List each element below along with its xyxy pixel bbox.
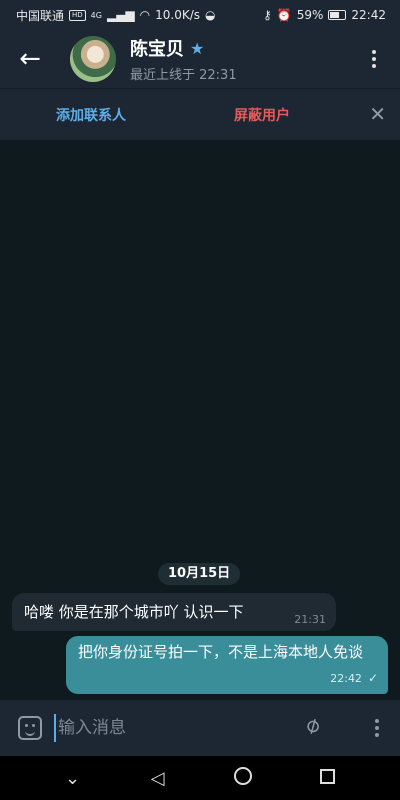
battery-percent: 59% bbox=[296, 8, 324, 22]
menu-dot bbox=[375, 726, 379, 730]
system-nav-bar: ⌄ ◁ bbox=[0, 756, 400, 800]
add-contact-button[interactable]: 添加联系人 bbox=[56, 105, 126, 125]
menu-dot bbox=[372, 57, 376, 61]
nav-recents-button[interactable] bbox=[308, 768, 348, 789]
clock: 22:42 bbox=[351, 8, 386, 22]
check-icon: ✓ bbox=[367, 671, 378, 685]
arrow-left-icon: ← bbox=[19, 44, 41, 74]
key-icon: ⚷ bbox=[262, 8, 272, 22]
paperclip-icon[interactable]: ⌀ bbox=[301, 711, 325, 739]
nav-collapse-icon[interactable]: ⌄ bbox=[53, 768, 93, 789]
chat-area[interactable]: 10月15日 哈喽 你是在那个城市吖 认识一下 21:31 把你身份证号拍一下，… bbox=[0, 140, 400, 700]
message-incoming[interactable]: 哈喽 你是在那个城市吖 认识一下 21:31 bbox=[12, 593, 336, 631]
menu-dot bbox=[372, 50, 376, 54]
contact-info[interactable]: 陈宝贝 ★ 最近上线于 22:31 bbox=[130, 35, 237, 84]
message-time: 21:31 bbox=[294, 613, 326, 626]
sticker-icon[interactable] bbox=[18, 716, 42, 740]
back-button[interactable]: ← bbox=[0, 30, 60, 88]
signal-icon: ▂▄▆ bbox=[106, 8, 135, 22]
last-seen: 最近上线于 22:31 bbox=[130, 68, 237, 83]
status-right: ⚷ ⏰ 59% 22:42 bbox=[263, 8, 386, 22]
menu-dot bbox=[375, 719, 379, 723]
app-notification-icon: ◒ bbox=[205, 8, 216, 22]
message-input[interactable] bbox=[54, 714, 284, 742]
message-outgoing[interactable]: 把你身份证号拍一下，不是上海本地人免谈 22:42 ✓ bbox=[66, 636, 388, 694]
status-bar: 中国联通 HD 4G ▂▄▆ ◠ 10.0K/s ◒ ⚷ ⏰ 59% 22:42 bbox=[0, 0, 400, 30]
chat-header: ← 陈宝贝 ★ 最近上线于 22:31 bbox=[0, 30, 400, 88]
alarm-icon: ⏰ bbox=[276, 8, 292, 22]
menu-dot bbox=[372, 64, 376, 68]
message-time: 22:42 bbox=[330, 672, 362, 685]
kebab-menu-icon[interactable] bbox=[364, 46, 384, 72]
block-user-button[interactable]: 屏蔽用户 bbox=[234, 105, 290, 125]
input-bar: ⌀ bbox=[0, 700, 400, 756]
carrier-label: 中国联通 bbox=[16, 8, 65, 23]
close-icon[interactable]: ✕ bbox=[369, 102, 386, 126]
home-icon bbox=[233, 766, 252, 785]
message-meta: 22:42 ✓ bbox=[330, 668, 378, 689]
action-bar: 添加联系人 屏蔽用户 ✕ bbox=[0, 88, 400, 140]
recents-icon bbox=[320, 768, 335, 784]
title-row: 陈宝贝 ★ bbox=[130, 35, 237, 61]
message-text: 把你身份证号拍一下，不是上海本地人免谈 bbox=[78, 643, 364, 661]
date-chip: 10月15日 bbox=[158, 563, 241, 585]
contact-name: 陈宝贝 bbox=[130, 39, 184, 60]
input-menu-icon[interactable] bbox=[372, 716, 382, 740]
network-label: 4G bbox=[90, 10, 102, 20]
hd-badge: HD bbox=[69, 9, 86, 21]
message-text: 哈喽 你是在那个城市吖 认识一下 bbox=[24, 603, 244, 621]
menu-dot bbox=[375, 733, 379, 737]
star-icon: ★ bbox=[190, 38, 205, 58]
status-left: 中国联通 HD 4G ▂▄▆ ◠ 10.0K/s ◒ bbox=[16, 7, 216, 24]
network-speed: 10.0K/s bbox=[155, 8, 201, 22]
avatar[interactable] bbox=[70, 36, 116, 82]
nav-home-button[interactable] bbox=[223, 766, 263, 790]
wifi-icon: ◠ bbox=[139, 8, 151, 22]
nav-back-icon[interactable]: ◁ bbox=[138, 768, 178, 789]
battery-icon bbox=[328, 10, 347, 20]
